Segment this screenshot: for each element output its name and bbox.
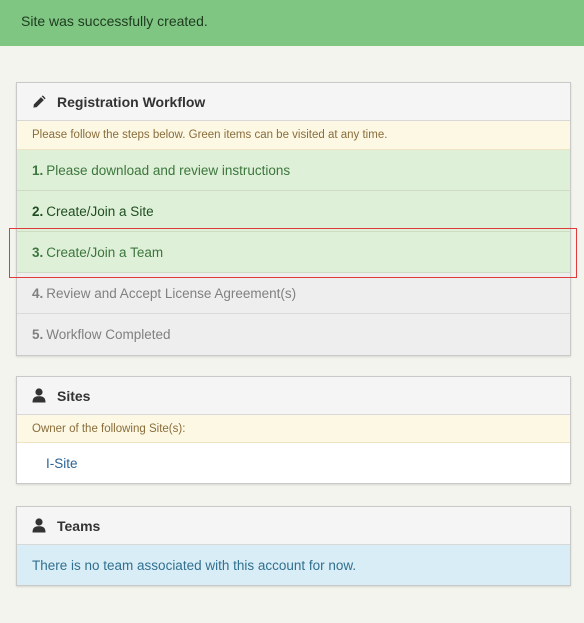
- sites-notice: Owner of the following Site(s):: [17, 415, 570, 443]
- step-number: 5.: [32, 327, 44, 342]
- teams-info-message: There is no team associated with this ac…: [17, 545, 570, 585]
- workflow-panel-heading: Registration Workflow: [17, 83, 570, 121]
- step-number: 1.: [32, 162, 44, 178]
- success-alert: Site was successfully created.: [0, 0, 584, 46]
- step-label: Workflow Completed: [46, 327, 171, 342]
- step-label: Please download and review instructions: [46, 162, 291, 178]
- user-icon: [31, 388, 47, 404]
- sites-panel: Sites Owner of the following Site(s): I-…: [16, 376, 571, 484]
- sites-notice-text: Owner of the following Site(s):: [32, 422, 186, 435]
- workflow-panel-title: Registration Workflow: [57, 93, 206, 110]
- workflow-notice-text: Please follow the steps below. Green ite…: [32, 129, 388, 141]
- teams-panel-title: Teams: [57, 517, 101, 534]
- workflow-notice: Please follow the steps below. Green ite…: [17, 121, 570, 150]
- workflow-step-4: 4. Review and Accept License Agreement(s…: [17, 273, 570, 314]
- workflow-step-1[interactable]: 1. Please download and review instructio…: [17, 150, 570, 191]
- step-number: 2.: [32, 203, 44, 219]
- step-label: Create/Join a Site: [46, 203, 154, 219]
- site-link-i-site[interactable]: I-Site: [17, 443, 570, 483]
- step-number: 4.: [32, 285, 44, 301]
- sites-panel-title: Sites: [57, 387, 91, 404]
- teams-panel: Teams There is no team associated with t…: [16, 506, 571, 586]
- step-label: Review and Accept License Agreement(s): [46, 285, 297, 301]
- teams-info-text: There is no team associated with this ac…: [32, 557, 357, 573]
- step-label: Create/Join a Team: [46, 244, 164, 260]
- registration-workflow-panel: Registration Workflow Please follow the …: [16, 82, 571, 356]
- teams-panel-heading: Teams: [17, 507, 570, 545]
- step-number: 3.: [32, 244, 44, 260]
- workflow-step-2[interactable]: 2. Create/Join a Site: [17, 191, 570, 232]
- pencil-icon: [31, 94, 47, 110]
- sites-panel-heading: Sites: [17, 377, 570, 415]
- workflow-step-5: 5. Workflow Completed: [17, 314, 570, 355]
- user-icon: [31, 518, 47, 534]
- success-alert-message: Site was successfully created.: [21, 13, 208, 29]
- workflow-step-3[interactable]: 3. Create/Join a Team: [17, 232, 570, 273]
